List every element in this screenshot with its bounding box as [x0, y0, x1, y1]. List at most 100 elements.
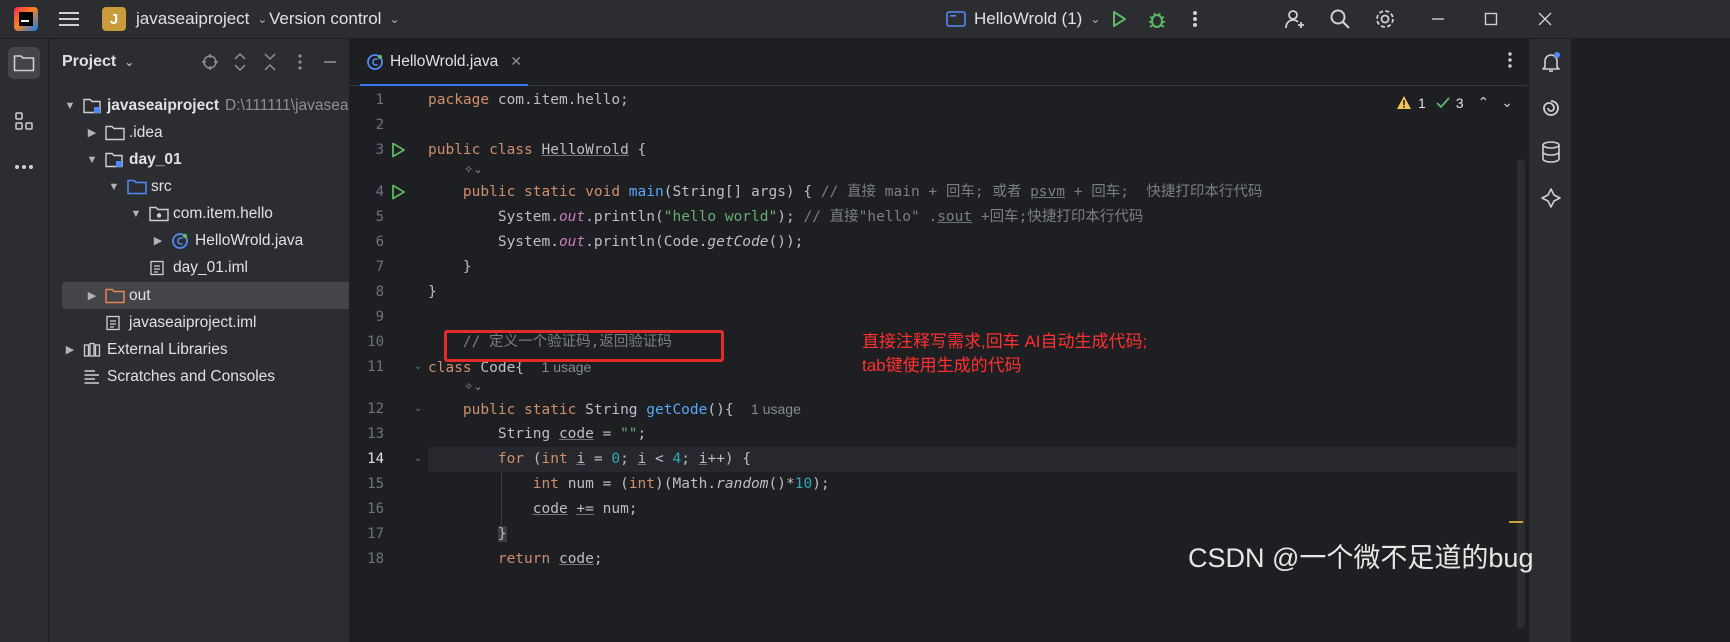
chevron-right-icon[interactable]: ▶ [85, 126, 99, 139]
line-number: 12 [367, 401, 384, 417]
tree-item-day-01-iml[interactable]: day_01.iml [49, 254, 349, 281]
excluded-folder-icon [105, 287, 125, 305]
close-window-icon[interactable] [1528, 0, 1562, 38]
line-number: 9 [375, 309, 384, 325]
collapse-all-icon[interactable] [259, 51, 281, 73]
editor-gutter[interactable]: 1 2 3 4 5 6 7 8 9 10 11 ⌄ 12 ⌄ 13 14 ⌄ 1… [350, 85, 449, 642]
chevron-down-icon[interactable]: ▼ [63, 100, 77, 112]
code-line-18: return code; [497, 551, 603, 567]
project-switcher[interactable]: J javaseaiproject ⌄ [102, 0, 267, 38]
line-number: 7 [375, 259, 384, 275]
project-name: javaseaiproject [136, 9, 250, 28]
ai-assistant-icon[interactable]: ✧⌄ [464, 163, 482, 176]
line-number: 6 [375, 234, 384, 250]
tab-label: HelloWrold.java [390, 52, 499, 70]
tree-item-package[interactable]: ▼ com.item.hello [49, 200, 349, 227]
version-control-label: Version control [269, 9, 382, 28]
ai-assistant-spiral-icon[interactable] [1538, 95, 1564, 121]
tree-item-day-01[interactable]: ▼ day_01 [49, 146, 349, 173]
tree-item-hellowrold-java[interactable]: ▶ HelloWrold.java [49, 227, 349, 254]
intellij-logo-icon[interactable] [14, 7, 38, 31]
scratches-icon [83, 368, 103, 386]
tree-item-label: out [129, 286, 151, 304]
run-gutter-icon[interactable] [390, 184, 406, 200]
locate-file-icon[interactable] [199, 51, 221, 73]
chevron-right-icon[interactable]: ▶ [85, 289, 99, 302]
structure-icon[interactable] [8, 105, 40, 137]
run-gutter-icon[interactable] [390, 142, 406, 158]
database-icon[interactable] [1538, 139, 1564, 165]
code-line-14: for (int i = 0; i < 4; i++) { [497, 451, 752, 467]
line-number: 11 [367, 359, 384, 375]
tree-item-project-iml[interactable]: javaseaiproject.iml [49, 309, 349, 336]
tree-item-scratches[interactable]: Scratches and Consoles [49, 363, 349, 390]
tree-item-label: .idea [129, 123, 163, 141]
chevron-down-icon[interactable]: ▼ [85, 154, 99, 166]
library-icon [83, 341, 103, 359]
fold-chevron-icon[interactable]: ⌄ [414, 453, 422, 464]
debug-icon[interactable] [1140, 0, 1174, 38]
project-tool-folder-icon[interactable] [8, 47, 40, 79]
chevron-down-icon: ⌄ [257, 12, 268, 26]
line-number: 17 [367, 526, 384, 542]
fold-chevron-icon[interactable]: ⌄ [414, 361, 422, 372]
tree-item-project-root[interactable]: ▼ javaseaiproject D:\111111\javaseaip [49, 92, 349, 119]
close-tab-icon[interactable]: ✕ [510, 53, 522, 70]
run-config-icon [946, 11, 966, 27]
scrollbar-warning-marker[interactable] [1509, 521, 1523, 523]
tree-item-label: javaseaiproject.iml [129, 313, 257, 331]
code-line-1: package com.item.hello; [428, 92, 629, 108]
chevron-right-icon[interactable]: ▶ [151, 234, 165, 247]
chevron-down-icon[interactable]: ▼ [129, 208, 143, 220]
code-line-17: } [497, 526, 507, 542]
tree-item-external-libraries[interactable]: ▶ External Libraries [49, 336, 349, 363]
tab-hellowrold-java[interactable]: HelloWrold.java ✕ [360, 39, 528, 86]
fold-chevron-icon[interactable]: ⌄ [414, 403, 422, 414]
expand-all-icon[interactable] [229, 51, 251, 73]
line-number: 4 [375, 184, 384, 200]
run-icon[interactable] [1102, 0, 1136, 38]
tree-item-label: Scratches and Consoles [107, 367, 276, 385]
code-line-6: System.out.println(Code.getCode()); [497, 234, 804, 250]
tab-options-kebab-icon[interactable] [1507, 51, 1513, 69]
tree-item-idea[interactable]: ▶ .idea [49, 119, 349, 146]
run-configuration-selector[interactable]: HelloWrold (1) ⌄ [946, 0, 1100, 38]
code-line-8: } [428, 284, 437, 300]
hide-panel-icon[interactable] [319, 51, 341, 73]
chevron-right-icon[interactable]: ▶ [63, 343, 77, 356]
notifications-bell-icon[interactable] [1538, 49, 1564, 75]
line-number: 2 [375, 117, 384, 133]
line-number: 15 [367, 476, 384, 492]
tree-item-src[interactable]: ▼ src [49, 173, 349, 200]
tree-item-label: day_01 [129, 150, 182, 168]
folder-icon [105, 124, 125, 142]
project-badge: J [102, 7, 126, 31]
watermark: CSDN @一个微不足道的bug [1188, 543, 1534, 573]
search-icon[interactable] [1323, 0, 1357, 38]
options-kebab-icon[interactable] [289, 51, 311, 73]
ai-sparkle-icon[interactable] [1538, 185, 1564, 211]
main-menu-icon[interactable] [52, 0, 86, 38]
code-line-12: public static String getCode(){ 1 usage [462, 401, 801, 418]
minimize-window-icon[interactable] [1421, 0, 1455, 38]
tree-item-label: day_01.iml [173, 258, 248, 276]
java-class-icon [171, 232, 191, 250]
code-with-me-icon[interactable] [1278, 0, 1312, 38]
line-number: 18 [367, 551, 384, 567]
code-line-7: } [462, 259, 472, 275]
tree-item-out[interactable]: ▶ out [62, 282, 349, 309]
line-number: 13 [367, 426, 384, 442]
settings-gear-icon[interactable] [1368, 0, 1402, 38]
line-number: 1 [375, 92, 384, 108]
project-panel-header: Project ⌄ [49, 39, 349, 87]
maximize-window-icon[interactable] [1474, 0, 1508, 38]
more-actions-icon[interactable] [1178, 0, 1212, 38]
right-tool-window-strip [1528, 39, 1571, 642]
ai-assistant-icon[interactable]: ✧⌄ [464, 380, 482, 393]
version-control-menu[interactable]: Version control ⌄ [269, 0, 400, 38]
chevron-down-icon[interactable]: ▼ [107, 181, 121, 193]
source-folder-icon [127, 178, 147, 196]
project-panel-title[interactable]: Project ⌄ [62, 53, 134, 71]
more-tool-windows-icon[interactable] [8, 151, 40, 183]
annotation-text: 直接注释写需求,回车 AI自动生成代码; tab键使用生成的代码 [862, 330, 1147, 378]
